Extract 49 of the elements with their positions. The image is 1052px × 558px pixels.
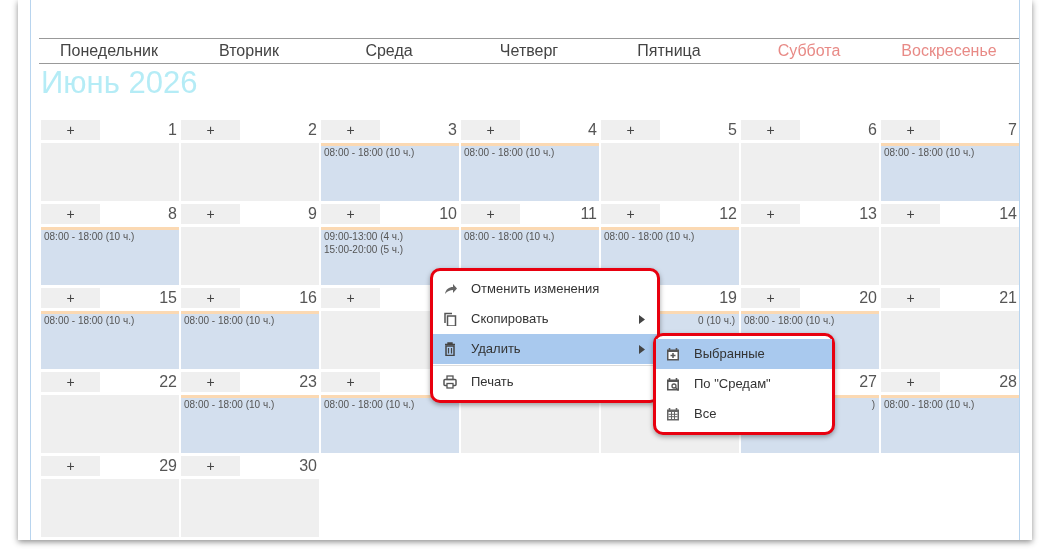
- shift-time: 08:00 - 18:00 (10 ч.): [463, 146, 556, 159]
- weekday-label: Пятница: [636, 41, 702, 61]
- day-number: 15: [159, 288, 178, 308]
- shift-time: 08:00 - 18:00 (10 ч.): [883, 398, 976, 411]
- weekday-label: Вторник: [218, 41, 280, 61]
- day-number: 12: [719, 204, 738, 224]
- day-number: 29: [159, 456, 178, 476]
- shift-time: 08:00 - 18:00 (10 ч.): [323, 146, 416, 159]
- day-number: 5: [728, 120, 738, 140]
- day-number: 4: [588, 120, 598, 140]
- shift-time: 08:00 - 18:00 (10 ч.): [323, 398, 416, 411]
- shift-time: 08:00 - 18:00 (10 ч.): [183, 314, 276, 327]
- shift-time: 15:00-20:00 (5 ч.): [323, 243, 405, 256]
- day-number: 2: [308, 120, 318, 140]
- shift-time: 08:00 - 18:00 (10 ч.): [463, 230, 556, 243]
- day-number: 14: [999, 204, 1018, 224]
- day-number: 1: [168, 120, 178, 140]
- day-number: 3: [448, 120, 458, 140]
- shift-time: 09:00-13:00 (4 ч.): [323, 230, 405, 243]
- day-number: 20: [859, 288, 878, 308]
- day-number: 30: [299, 456, 318, 476]
- day-number: 9: [308, 204, 318, 224]
- day-number: 28: [999, 372, 1018, 392]
- weekday-label: Суббота: [776, 41, 842, 61]
- day-number: 23: [299, 372, 318, 392]
- day-number: 11: [580, 204, 598, 224]
- shift-time: 08:00 - 18:00 (10 ч.): [43, 314, 136, 327]
- day-number: 6: [868, 120, 878, 140]
- weekday-label: Воскресенье: [900, 41, 998, 61]
- shift-time: 08:00 - 18:00 (10 ч.): [743, 314, 836, 327]
- shift-time: 08:00 - 18:00 (10 ч.): [43, 230, 136, 243]
- day-number: 8: [168, 204, 178, 224]
- weekday-label: Понедельник: [59, 41, 159, 61]
- month-title: Июнь 2026: [41, 64, 198, 102]
- day-number: 13: [859, 204, 878, 224]
- day-number: 27: [859, 372, 878, 392]
- day-number: 21: [999, 288, 1018, 308]
- day-number: 19: [719, 288, 738, 308]
- weekday-label: Четверг: [498, 41, 560, 61]
- day-number: 10: [439, 204, 458, 224]
- day-number: 22: [159, 372, 178, 392]
- shift-time: 08:00 - 18:00 (10 ч.): [603, 230, 696, 243]
- shift-time: 0 (10 ч.): [697, 314, 736, 327]
- shift-time: 08:00 - 18:00 (10 ч.): [883, 146, 976, 159]
- shift-time: ): [870, 398, 876, 411]
- day-number: 16: [299, 288, 318, 308]
- weekday-label: Среда: [364, 41, 414, 61]
- day-number: 7: [1008, 120, 1018, 140]
- shift-time: 08:00 - 18:00 (10 ч.): [183, 398, 276, 411]
